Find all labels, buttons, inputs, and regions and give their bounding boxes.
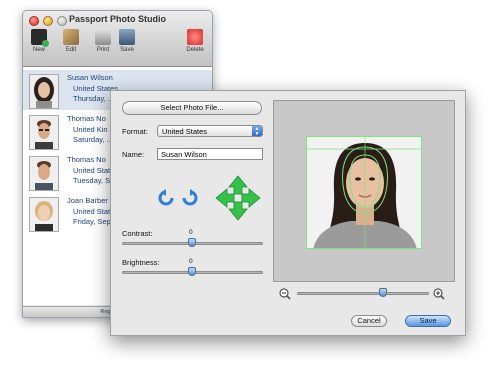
edit-button[interactable]: Edit (59, 29, 83, 53)
brightness-value: 0 (189, 258, 193, 265)
cancel-button[interactable]: Cancel (351, 315, 387, 327)
new-button[interactable]: New (27, 29, 51, 53)
person-country: United Kin (73, 124, 108, 134)
format-select-value: United States (162, 127, 208, 136)
print-button[interactable]: Print (91, 29, 115, 53)
rotate-right-icon[interactable] (181, 189, 199, 207)
move-arrows-icon[interactable] (215, 175, 261, 226)
new-person-icon (31, 29, 49, 47)
person-date: Saturday, ... (73, 135, 113, 144)
delete-button-label: Delete (186, 47, 204, 53)
contrast-value: 0 (189, 229, 193, 236)
save-icon (119, 29, 135, 45)
zoom-slider[interactable] (297, 292, 429, 295)
titlebar: Passport Photo Studio New Edit Print Sav… (23, 11, 212, 67)
photo-preview-panel (273, 100, 455, 282)
name-label: Name: (122, 150, 145, 159)
printer-icon (95, 29, 111, 45)
brightness-slider-knob[interactable] (188, 267, 196, 276)
contrast-label: Contrast: (122, 229, 153, 238)
rotate-left-icon[interactable] (157, 189, 175, 207)
zoom-slider-knob[interactable] (379, 288, 387, 297)
chevron-up-down-icon: ▲ ▼ (252, 126, 262, 137)
window-title: Passport Photo Studio (68, 14, 166, 24)
brightness-label: Brightness: (122, 258, 160, 267)
person-name: Thomas No (67, 155, 106, 164)
save-button[interactable]: Save (405, 315, 451, 327)
delete-icon (187, 29, 203, 45)
person-country: United Stat (73, 206, 111, 216)
person-date: Tuesday, S (73, 176, 111, 185)
delete-button[interactable]: Delete (183, 29, 207, 53)
person-name: Joan Barber (67, 196, 108, 205)
save-toolbar-button[interactable]: Save (115, 29, 139, 53)
name-field[interactable]: Susan Wilson (157, 148, 263, 160)
print-button-label: Print (96, 47, 110, 53)
save-toolbar-label: Save (120, 47, 134, 53)
format-label: Format: (122, 127, 148, 136)
zoom-out-icon[interactable] (279, 287, 291, 300)
format-select[interactable]: United States ▲ ▼ (157, 125, 263, 137)
select-photo-file-button[interactable]: Select Photo File... (122, 101, 262, 115)
passport-photo[interactable] (306, 136, 422, 249)
edit-button-label: Edit (65, 47, 77, 53)
contrast-slider-knob[interactable] (188, 238, 196, 247)
person-date: Friday, Sep (73, 217, 111, 226)
edit-icon (63, 29, 79, 45)
person-country: United Stat (73, 165, 111, 175)
person-name: Thomas No (67, 114, 106, 123)
zoom-in-icon[interactable] (433, 287, 445, 300)
person-thumbnail (29, 197, 59, 232)
person-name: Susan Wilson (67, 73, 113, 82)
photo-dialog: Select Photo File... Format: United Stat… (110, 90, 466, 336)
person-thumbnail (29, 115, 59, 150)
person-thumbnail (29, 156, 59, 191)
person-thumbnail (29, 74, 59, 109)
new-button-label: New (32, 47, 45, 53)
